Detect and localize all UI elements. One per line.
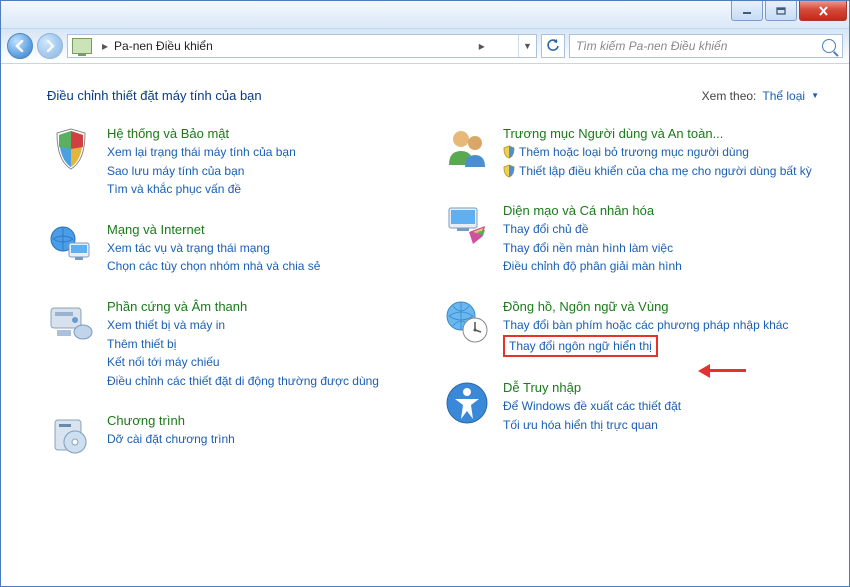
category-sublink[interactable]: Thay đổi chủ đề [503, 220, 682, 239]
category-appearance-personalization: Diện mạo và Cá nhân hóa Thay đổi chủ đề … [443, 202, 819, 276]
view-by-control[interactable]: Xem theo: Thể loại ▼ [702, 89, 819, 103]
category-user-accounts: Trương mục Người dùng và An toàn... Thêm… [443, 125, 819, 180]
window-titlebar [1, 1, 849, 29]
minimize-button[interactable] [731, 1, 763, 21]
category-title-link[interactable]: Trương mục Người dùng và An toàn... [503, 126, 723, 141]
search-placeholder: Tìm kiếm Pa-nen Điều khiển [576, 39, 727, 53]
category-sublink[interactable]: Để Windows đề xuất các thiết đặt [503, 397, 681, 416]
maximize-button[interactable] [765, 1, 797, 21]
right-column: Trương mục Người dùng và An toàn... Thêm… [443, 125, 819, 482]
category-ease-of-access: Dễ Truy nhập Để Windows đề xuất các thiế… [443, 379, 819, 434]
user-accounts-icon [443, 125, 491, 173]
category-title-link[interactable]: Dễ Truy nhập [503, 380, 581, 395]
category-sublink-change-display-language[interactable]: Thay đổi ngôn ngữ hiển thị [509, 337, 652, 356]
category-sublink[interactable]: Thêm hoặc loại bỏ trương mục người dùng [503, 143, 812, 162]
view-by-label: Xem theo: [702, 89, 757, 103]
category-sublink[interactable]: Xem lại trạng thái máy tính của bạn [107, 143, 296, 162]
category-network-internet: Mạng và Internet Xem tác vụ và trạng thá… [47, 221, 423, 276]
category-programs: Chương trình Dỡ cài đặt chương trình [47, 412, 423, 460]
category-title-link[interactable]: Chương trình [107, 413, 185, 428]
appearance-icon [443, 202, 491, 250]
categories-grid: Hệ thống và Bảo mật Xem lại trạng thái m… [47, 125, 819, 482]
control-panel-icon [72, 38, 92, 54]
shield-icon [503, 145, 515, 159]
refresh-button[interactable] [541, 34, 565, 58]
search-input[interactable]: Tìm kiếm Pa-nen Điều khiển [569, 34, 843, 58]
category-title-link[interactable]: Hệ thống và Bảo mật [107, 126, 229, 141]
chevron-down-icon: ▼ [811, 91, 819, 100]
category-sublink[interactable]: Tối ưu hóa hiển thị trực quan [503, 416, 681, 435]
highlighted-link-annotation: Thay đổi ngôn ngữ hiển thị [503, 335, 658, 358]
category-sublink[interactable]: Thay đổi nền màn hình làm việc [503, 239, 682, 258]
breadcrumb-dropdown-icon[interactable]: ▼ [518, 35, 536, 57]
category-sublink[interactable]: Tìm và khắc phục vấn đề [107, 180, 296, 199]
shield-icon [503, 164, 515, 178]
category-clock-language-region: Đồng hồ, Ngôn ngữ và Vùng Thay đổi bàn p… [443, 298, 819, 357]
breadcrumb-sep-icon: ▸ [96, 39, 114, 53]
category-sublink[interactable]: Kết nối tới máy chiếu [107, 353, 379, 372]
clock-language-region-icon [443, 298, 491, 346]
category-hardware-sound: Phần cứng và Âm thanh Xem thiết bị và má… [47, 298, 423, 390]
page-title: Điều chỉnh thiết đặt máy tính của bạn [47, 88, 262, 103]
category-title-link[interactable]: Diện mạo và Cá nhân hóa [503, 203, 654, 218]
address-bar: ▸ Pa-nen Điều khiển ▸ ▼ Tìm kiếm Pa-nen … [1, 29, 849, 63]
category-sublink[interactable]: Điều chỉnh các thiết đặt di động thường … [107, 372, 379, 391]
system-security-icon [47, 125, 95, 173]
category-system-security: Hệ thống và Bảo mật Xem lại trạng thái m… [47, 125, 423, 199]
back-button[interactable] [7, 33, 33, 59]
category-sublink[interactable]: Thêm thiết bị [107, 335, 379, 354]
category-sublink[interactable]: Điều chỉnh độ phân giải màn hình [503, 257, 682, 276]
view-by-value[interactable]: Thể loại [762, 89, 805, 103]
content-pane: Điều chỉnh thiết đặt máy tính của bạn Xe… [1, 63, 849, 586]
category-title-link[interactable]: Đồng hồ, Ngôn ngữ và Vùng [503, 299, 669, 314]
programs-icon [47, 412, 95, 460]
category-sublink[interactable]: Dỡ cài đặt chương trình [107, 430, 235, 449]
forward-button[interactable] [37, 33, 63, 59]
left-column: Hệ thống và Bảo mật Xem lại trạng thái m… [47, 125, 423, 482]
category-sublink[interactable]: Thiết lập điều khiển của cha mẹ cho ngườ… [503, 162, 812, 181]
category-sublink[interactable]: Thay đổi bàn phím hoặc các phương pháp n… [503, 316, 788, 335]
breadcrumb-bar[interactable]: ▸ Pa-nen Điều khiển ▸ ▼ [67, 34, 537, 58]
breadcrumb-location[interactable]: Pa-nen Điều khiển [114, 39, 473, 53]
annotation-arrow-icon [698, 364, 746, 378]
category-title-link[interactable]: Phần cứng và Âm thanh [107, 299, 247, 314]
close-button[interactable] [799, 1, 847, 21]
category-sublink[interactable]: Xem tác vụ và trạng thái mạng [107, 239, 320, 258]
search-icon [822, 39, 836, 53]
ease-of-access-icon [443, 379, 491, 427]
control-panel-window: ▸ Pa-nen Điều khiển ▸ ▼ Tìm kiếm Pa-nen … [0, 0, 850, 587]
category-sublink[interactable]: Sao lưu máy tính của bạn [107, 162, 296, 181]
network-internet-icon [47, 221, 95, 269]
category-sublink[interactable]: Xem thiết bị và máy in [107, 316, 379, 335]
breadcrumb-sep-icon: ▸ [473, 39, 491, 53]
category-title-link[interactable]: Mạng và Internet [107, 222, 205, 237]
category-sublink[interactable]: Chọn các tùy chọn nhóm nhà và chia sẻ [107, 257, 320, 276]
hardware-sound-icon [47, 298, 95, 346]
